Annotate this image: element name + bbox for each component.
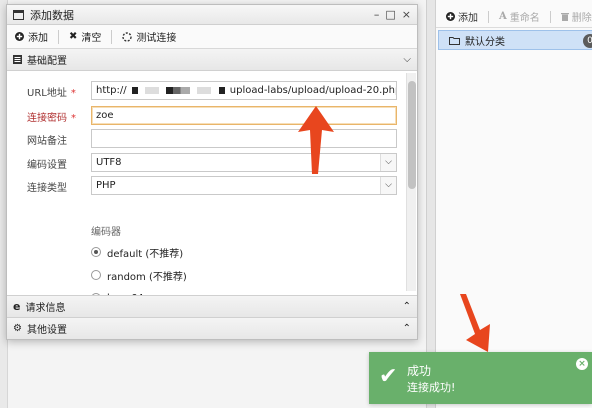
- maximize-button[interactable]: □: [385, 8, 395, 21]
- note-input[interactable]: [91, 129, 397, 148]
- clear-button-label: 清空: [81, 33, 102, 44]
- scrollbar-thumb[interactable]: [408, 81, 416, 189]
- toolbar-separator: [111, 29, 113, 44]
- note-label: 网站备注: [27, 136, 67, 147]
- request-info-header[interactable]: e 请求信息 ⌃: [7, 295, 417, 317]
- category-rename-label: 重命名: [509, 13, 540, 24]
- category-delete-button[interactable]: 删除: [560, 9, 592, 24]
- toast-message: 连接成功!: [407, 381, 456, 394]
- success-toast: ✔ 成功 连接成功! ×: [369, 352, 592, 404]
- category-delete-label: 删除: [571, 13, 592, 24]
- redacted-block: [131, 86, 138, 94]
- chevron-up-icon: ⌃: [402, 323, 411, 334]
- password-label: 连接密码 *: [27, 113, 76, 124]
- url-input[interactable]: http:// upload-labs/upload/upload-20.php…: [91, 81, 397, 100]
- url-suffix: upload-labs/upload/upload-20.php.: [229, 85, 397, 96]
- toolbar-separator: [549, 10, 551, 23]
- type-row: 连接类型 PHP ⌵: [7, 176, 407, 196]
- password-row: 连接密码 * zoe: [7, 106, 407, 126]
- request-info-title: 请求信息: [25, 303, 66, 314]
- redacted-block: [166, 86, 191, 94]
- encoder-option-label: default (不推荐): [107, 248, 184, 260]
- window-icon: [13, 9, 24, 20]
- encoder-option-label: base64: [107, 293, 144, 296]
- font-a-icon: A: [499, 11, 507, 22]
- toast-title: 成功: [407, 364, 432, 378]
- type-value: PHP: [96, 180, 116, 191]
- type-select[interactable]: PHP ⌵: [91, 176, 397, 195]
- close-button[interactable]: ×: [402, 8, 411, 21]
- url-prefix: http://: [96, 85, 127, 96]
- check-icon: ✔: [379, 364, 398, 389]
- radio-button[interactable]: [91, 293, 101, 295]
- other-settings-header[interactable]: ⚙ 其他设置 ⌃: [7, 317, 417, 339]
- redacted-block: [218, 86, 225, 94]
- clear-button[interactable]: ✖ 清空: [69, 29, 101, 44]
- chevron-down-icon: ⌵: [380, 154, 396, 171]
- folder-icon: [449, 36, 460, 45]
- encoder-option-random[interactable]: random (不推荐): [91, 267, 187, 283]
- add-data-dialog: 添加数据 – □ × 添加 ✖ 清空 测试连接 基础配置 ⌵ URL地址 * h…: [6, 4, 418, 340]
- category-count-badge: 0: [583, 34, 592, 48]
- basic-config-title: 基础配置: [27, 56, 67, 67]
- redacted-block: [145, 86, 160, 94]
- toolbar-separator: [488, 10, 489, 23]
- chevron-up-icon: ⌃: [402, 301, 411, 312]
- annotation-arrow-icon: [298, 106, 334, 174]
- toast-close-icon[interactable]: ×: [576, 358, 588, 370]
- note-row: 网站备注: [7, 129, 407, 149]
- spinner-icon: [122, 31, 133, 42]
- encoder-option-label: random (不推荐): [107, 271, 187, 283]
- test-connection-label: 测试连接: [136, 33, 177, 44]
- encoding-select[interactable]: UTF8 ⌵: [91, 153, 397, 172]
- panel-divider[interactable]: [426, 0, 436, 408]
- category-toolbar: 添加 A 重命名 删除: [436, 6, 592, 28]
- dialog-titlebar[interactable]: 添加数据 – □ ×: [7, 5, 417, 25]
- add-button[interactable]: 添加: [15, 29, 48, 44]
- minimize-button[interactable]: –: [374, 8, 380, 21]
- encoding-value: UTF8: [96, 157, 122, 168]
- category-add-button[interactable]: 添加: [446, 9, 478, 24]
- test-connection-button[interactable]: 测试连接: [122, 29, 176, 44]
- category-item-default[interactable]: 默认分类 0: [438, 30, 592, 50]
- basic-config-form: URL地址 * http:// upload-labs/upload/upload…: [7, 71, 417, 295]
- encoder-option-base64[interactable]: base64: [91, 290, 144, 295]
- window-controls: – □ ×: [374, 8, 417, 21]
- dialog-title: 添加数据: [30, 8, 74, 22]
- e-icon: e: [13, 300, 21, 313]
- plus-circle-icon: [15, 32, 24, 41]
- plus-circle-icon: [446, 12, 455, 21]
- encoding-label: 编码设置: [27, 160, 67, 171]
- password-input[interactable]: zoe: [91, 106, 397, 125]
- encoder-title: 编码器: [91, 227, 121, 238]
- x-icon: ✖: [69, 31, 78, 42]
- add-button-label: 添加: [28, 33, 48, 44]
- url-row: URL地址 * http:// upload-labs/upload/upload…: [7, 81, 407, 101]
- annotation-arrow-icon: [460, 294, 490, 352]
- url-label: URL地址 *: [27, 88, 76, 99]
- dialog-toolbar: 添加 ✖ 清空 测试连接: [7, 25, 417, 49]
- chevron-down-icon: ⌵: [380, 177, 396, 194]
- encoding-row: 编码设置 UTF8 ⌵: [7, 153, 407, 173]
- chevron-down-icon: ⌵: [403, 54, 411, 65]
- other-settings-title: 其他设置: [26, 325, 67, 336]
- category-rename-button[interactable]: A 重命名: [499, 9, 540, 24]
- form-scrollbar[interactable]: [406, 73, 416, 291]
- encoder-option-default[interactable]: default (不推荐): [91, 244, 183, 260]
- category-item-label: 默认分类: [465, 36, 505, 48]
- radio-button[interactable]: [91, 270, 101, 280]
- type-label: 连接类型: [27, 183, 67, 194]
- required-marker: *: [70, 88, 76, 99]
- toolbar-separator: [58, 29, 59, 44]
- radio-button[interactable]: [91, 247, 101, 257]
- basic-config-header[interactable]: 基础配置 ⌵: [7, 49, 417, 71]
- redacted-block: [197, 86, 212, 94]
- trash-icon: [560, 13, 569, 21]
- list-icon: [13, 55, 22, 64]
- gears-icon: ⚙: [13, 323, 22, 334]
- required-marker: *: [71, 113, 76, 124]
- category-add-label: 添加: [458, 13, 478, 24]
